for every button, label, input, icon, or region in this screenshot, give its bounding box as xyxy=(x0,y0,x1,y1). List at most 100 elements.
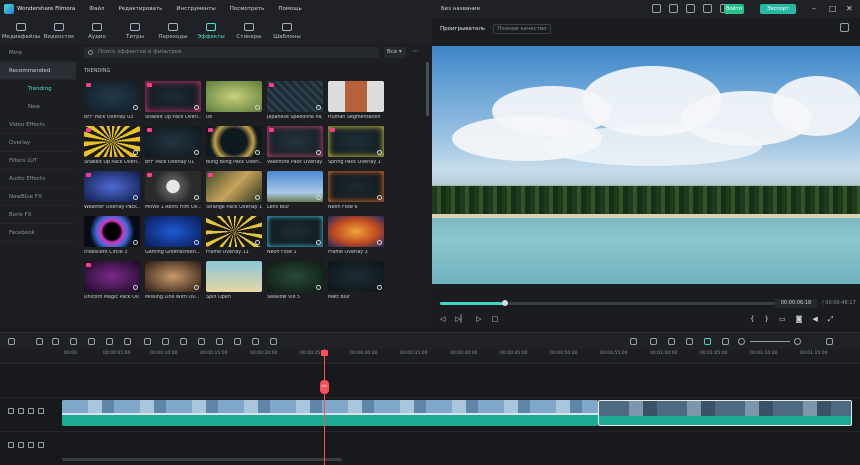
download-icon[interactable] xyxy=(377,240,382,245)
download-icon[interactable] xyxy=(316,240,321,245)
play-back-icon[interactable]: ▷▏ xyxy=(455,315,466,323)
download-icon[interactable] xyxy=(377,285,382,290)
effect-card[interactable]: Matt Blur xyxy=(328,261,384,300)
tab-transitions[interactable]: Переходы xyxy=(154,18,192,44)
fullscreen-icon[interactable]: ⤢ xyxy=(828,315,834,324)
download-icon[interactable] xyxy=(133,285,138,290)
tab-player[interactable]: Проигрыватель xyxy=(440,26,485,32)
video-clip[interactable] xyxy=(598,400,852,426)
effect-card[interactable]: Frame Overlay 3 xyxy=(328,216,384,255)
layout-icon[interactable] xyxy=(652,4,661,13)
tab-audio[interactable]: Аудио xyxy=(78,18,116,44)
download-icon[interactable] xyxy=(194,105,199,110)
tab-stickers[interactable]: Стикеры xyxy=(230,18,268,44)
effect-card[interactable]: Lens Blur xyxy=(267,171,323,210)
export-button[interactable]: Экспорт xyxy=(760,4,796,14)
effect-card[interactable]: Weather Overlay Pack... xyxy=(84,171,140,210)
effect-card[interactable]: Iridescent Circle 3 xyxy=(84,216,140,255)
download-icon[interactable] xyxy=(316,195,321,200)
sidebar-item-new[interactable]: New xyxy=(0,98,76,116)
video-preview[interactable] xyxy=(432,46,860,284)
menu-help[interactable]: Помощь xyxy=(278,6,301,12)
sidebar-item-recommended[interactable]: Recommended xyxy=(0,62,76,80)
timeline-ruler[interactable]: 00:00 00:00:05:00 00:00:10:00 00:00:15:0… xyxy=(0,349,860,363)
download-icon[interactable] xyxy=(255,240,260,245)
zoom-slider[interactable] xyxy=(750,341,790,342)
sidebar-item-audio-effects[interactable]: Audio Effects xyxy=(0,170,76,188)
playback-progress-bar[interactable] xyxy=(440,300,780,306)
sidebar-item-trending[interactable]: Trending xyxy=(0,80,76,98)
download-icon[interactable] xyxy=(194,195,199,200)
menu-view[interactable]: Посмотреть xyxy=(230,6,265,12)
effect-card[interactable]: Valentine Pack Overlay... xyxy=(267,126,323,165)
grid-icon[interactable] xyxy=(826,338,833,345)
download-icon[interactable] xyxy=(316,105,321,110)
mute-icon[interactable] xyxy=(28,442,34,448)
screen-icon[interactable] xyxy=(669,4,678,13)
sidebar-item-newblue-fx[interactable]: NewBlue FX xyxy=(0,188,76,206)
speed-icon[interactable] xyxy=(124,338,131,345)
prev-frame-icon[interactable]: ◁ xyxy=(440,315,445,323)
audio-icon[interactable] xyxy=(198,338,205,345)
cut-icon[interactable] xyxy=(88,338,95,345)
layout-icon[interactable] xyxy=(8,338,15,345)
crop-icon[interactable] xyxy=(106,338,113,345)
effect-card[interactable]: Movie 1 Retro Film Ov... xyxy=(145,171,201,210)
snap-icon[interactable] xyxy=(704,338,711,345)
quality-dropdown[interactable]: Полное качество xyxy=(493,24,551,34)
mark-in-icon[interactable]: { xyxy=(750,315,754,324)
effect-card[interactable]: Neon Flow 6 xyxy=(328,171,384,210)
effect-card[interactable]: Human Segmentation xyxy=(328,81,384,120)
list-icon[interactable] xyxy=(686,338,693,345)
delete-icon[interactable] xyxy=(70,338,77,345)
tab-templates[interactable]: Шаблоны xyxy=(268,18,306,44)
tab-titles[interactable]: Титры xyxy=(116,18,154,44)
download-icon[interactable] xyxy=(255,195,260,200)
effect-card[interactable]: Gaming Greenscreen... xyxy=(145,216,201,255)
volume-icon[interactable]: ◀ xyxy=(812,315,817,324)
camera-icon[interactable]: ◙ xyxy=(796,315,803,324)
snapshot-icon[interactable] xyxy=(840,23,849,32)
zoom-in-icon[interactable] xyxy=(794,338,801,345)
effect-card[interactable]: Frame Overlay 11 xyxy=(206,216,262,255)
download-icon[interactable] xyxy=(194,150,199,155)
effect-card[interactable]: BFF Pack Overlay 01 xyxy=(145,126,201,165)
download-icon[interactable] xyxy=(316,285,321,290)
download-icon[interactable] xyxy=(316,150,321,155)
tab-stock[interactable]: Видеосток xyxy=(40,18,78,44)
transform-icon[interactable] xyxy=(180,338,187,345)
split-icon[interactable] xyxy=(270,338,277,345)
effect-card[interactable]: Strange Pack Overlay 1 xyxy=(206,171,262,210)
mark-out-icon[interactable]: } xyxy=(764,315,768,324)
filter-dropdown[interactable]: Все ▾ xyxy=(384,47,406,58)
ai-icon[interactable] xyxy=(722,338,729,345)
effect-card[interactable]: Neon Flow 1 xyxy=(267,216,323,255)
sidebar-item-overlay[interactable]: Overlay xyxy=(0,134,76,152)
color-icon[interactable] xyxy=(144,338,151,345)
download-icon[interactable] xyxy=(377,105,382,110)
effect-card[interactable]: Unicorn Magic Pack Ov... xyxy=(84,261,140,300)
menu-file[interactable]: Файл xyxy=(89,6,104,12)
effect-card[interactable]: 08 xyxy=(206,81,262,120)
playhead-handle[interactable] xyxy=(321,350,328,356)
shield-icon[interactable] xyxy=(650,338,657,345)
effect-card[interactable]: BFF Pack Overlay 03 xyxy=(84,81,140,120)
effect-card[interactable]: Swallow Vlo 5 xyxy=(267,261,323,300)
tab-effects[interactable]: Эффекты xyxy=(192,18,230,44)
mute-icon[interactable] xyxy=(28,408,34,414)
progress-handle[interactable] xyxy=(502,300,508,306)
scissors-icon[interactable]: ✂ xyxy=(320,380,329,394)
undo-icon[interactable] xyxy=(36,338,43,345)
play-icon[interactable]: ▷ xyxy=(476,315,481,323)
menu-edit[interactable]: Редактировать xyxy=(118,6,162,12)
eye-icon[interactable] xyxy=(38,442,44,448)
timer-icon[interactable] xyxy=(216,338,223,345)
search-input[interactable]: Поиск эффектов и фильтров xyxy=(84,47,379,58)
download-icon[interactable] xyxy=(703,4,712,13)
display-icon[interactable]: ▭ xyxy=(779,315,786,324)
timeline-scrollbar[interactable] xyxy=(62,458,342,461)
redo-icon[interactable] xyxy=(52,338,59,345)
stop-icon[interactable]: □ xyxy=(492,315,499,323)
video-clip[interactable] xyxy=(62,400,598,426)
download-icon[interactable] xyxy=(255,105,260,110)
